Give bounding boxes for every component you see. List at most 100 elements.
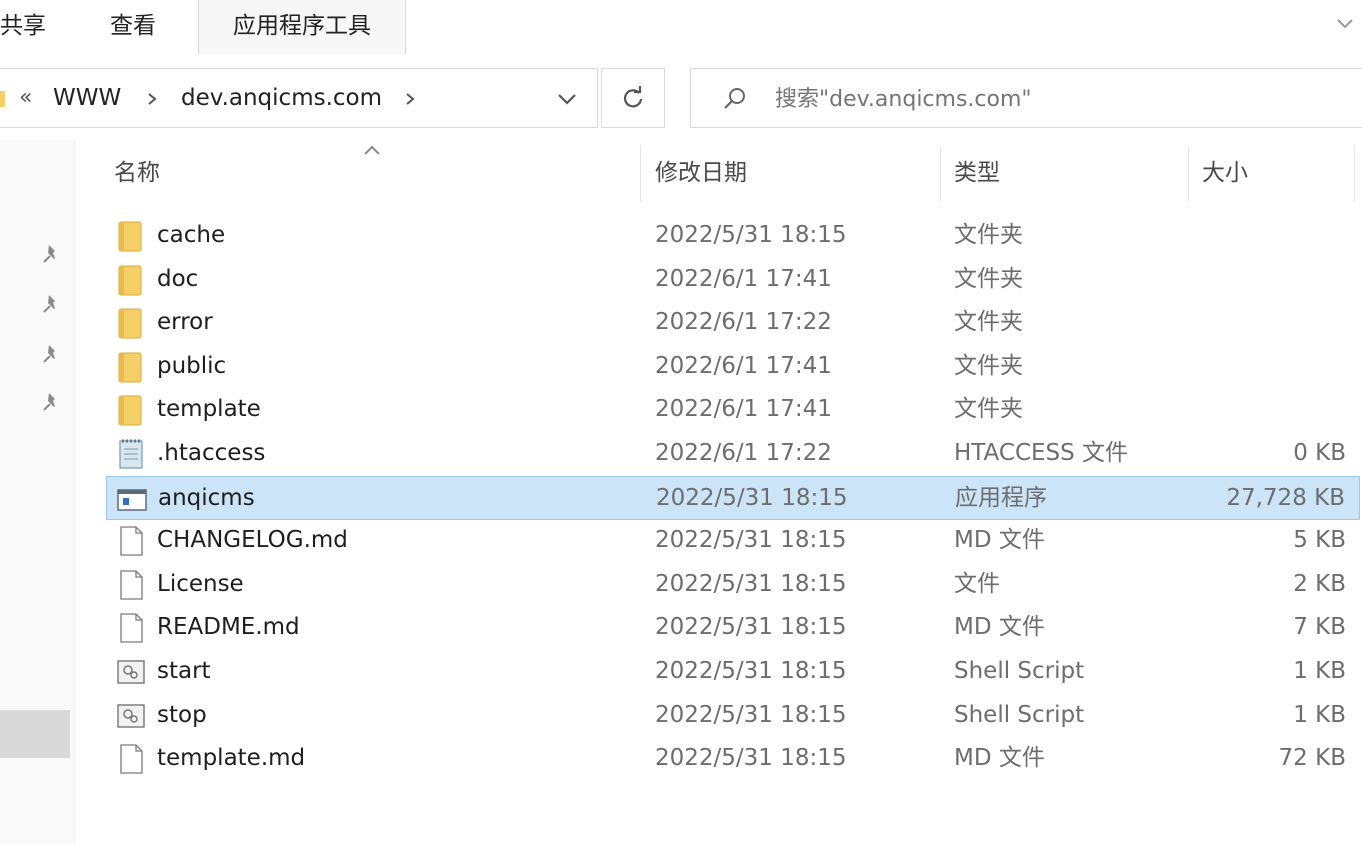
application-icon [117,483,147,515]
file-type: MD 文件 [954,745,1045,772]
file-type: 文件夹 [954,222,1023,248]
file-name: .htaccess [157,440,266,466]
address-row: « WWW dev.anqicms.com [0,54,1362,140]
file-name: README.md [157,614,300,641]
file-row[interactable]: License 2022/5/31 18:15 文件 2 KB [106,563,1360,607]
folder-icon [116,394,146,426]
file-row[interactable]: error 2022/6/1 17:22 文件夹 [106,301,1360,345]
file-date: 2022/5/31 18:15 [655,222,847,248]
search-input[interactable] [773,69,1337,129]
refresh-icon [623,86,643,108]
file-row[interactable]: README.md 2022/5/31 18:15 MD 文件 7 KB [106,606,1360,650]
file-icon [116,612,146,644]
file-name: stop [157,701,207,728]
column-divider[interactable] [1354,146,1355,202]
file-type: 文件夹 [954,309,1023,336]
file-type: Shell Script [954,658,1085,684]
file-date: 2022/5/31 18:15 [655,745,847,772]
column-header-date[interactable]: 修改日期 [655,140,747,202]
column-divider[interactable] [1188,146,1189,202]
file-row[interactable]: CHANGELOG.md 2022/5/31 18:15 MD 文件 5 KB [106,519,1360,563]
column-header-type[interactable]: 类型 [954,140,1000,202]
folder-icon [116,220,146,252]
file-type: 文件夹 [954,265,1023,292]
column-header-name[interactable]: 名称 [114,140,160,202]
file-date: 2022/6/1 17:41 [655,265,832,292]
file-type: 文件夹 [954,396,1023,423]
navigation-pane[interactable] [0,140,75,844]
file-row[interactable]: stop 2022/5/31 18:15 Shell Script 1 KB [106,694,1360,738]
sort-ascending-icon [364,145,380,155]
file-size: 5 KB [1293,527,1346,554]
file-list: 名称 修改日期 类型 大小 cache 2022/5/31 18:15 文件夹 doc… [76,140,1362,844]
file-type: MD 文件 [954,527,1045,554]
address-bar[interactable]: « WWW dev.anqicms.com [0,68,598,128]
column-header-size[interactable]: 大小 [1202,140,1248,202]
search-box[interactable] [690,68,1362,129]
file-date: 2022/5/31 18:15 [655,614,847,641]
tab-share[interactable]: 共享 [0,0,58,54]
file-date: 2022/6/1 17:41 [655,352,832,379]
file-date: 2022/5/31 18:15 [656,484,848,511]
file-row[interactable]: start 2022/5/31 18:15 Shell Script 1 KB [106,650,1360,694]
file-type: 应用程序 [955,484,1047,511]
folder-edge-icon [0,91,5,107]
file-icon [116,569,146,601]
file-type: Shell Script [954,701,1085,728]
pin-icon[interactable] [40,342,64,366]
file-size: 72 KB [1278,745,1346,772]
file-icon [116,743,146,775]
shell-script-icon [116,700,146,732]
file-row[interactable]: doc 2022/6/1 17:41 文件夹 [106,258,1360,302]
file-row[interactable]: cache 2022/5/31 18:15 文件夹 [106,214,1360,258]
file-date: 2022/6/1 17:41 [655,396,832,423]
ribbon-tabs: 共享 查看 应用程序工具 [0,0,1362,55]
file-name: anqicms [158,484,255,511]
notepad-file-icon [116,438,146,470]
file-size: 1 KB [1293,701,1346,728]
file-date: 2022/6/1 17:22 [655,309,832,336]
file-date: 2022/5/31 18:15 [655,701,847,728]
breadcrumb-overflow[interactable]: « [19,69,32,127]
file-type: 文件 [954,570,1000,597]
column-divider[interactable] [640,146,641,202]
column-divider[interactable] [940,146,941,202]
file-row[interactable]: template.md 2022/5/31 18:15 MD 文件 72 KB [106,737,1360,781]
file-name: template.md [157,745,306,772]
pin-icon[interactable] [40,242,64,266]
file-name: template [157,396,261,423]
file-name: start [157,658,211,684]
folder-icon [116,264,146,296]
pin-icon[interactable] [40,292,64,316]
file-row[interactable]: template 2022/6/1 17:41 文件夹 [106,388,1360,432]
file-icon [116,525,146,557]
nav-selected-item[interactable] [0,710,70,758]
file-row[interactable]: anqicms 2022/5/31 18:15 应用程序 27,728 KB [106,475,1360,520]
file-date: 2022/5/31 18:15 [655,658,847,684]
chevron-right-icon[interactable] [403,91,417,107]
file-row[interactable]: public 2022/6/1 17:41 文件夹 [106,345,1360,389]
chevron-down-icon[interactable] [555,89,579,109]
file-size: 7 KB [1293,614,1346,641]
refresh-button[interactable] [601,68,665,128]
shell-script-icon [116,656,146,688]
folder-icon [116,351,146,383]
file-name: error [157,309,213,336]
ribbon-expand-chevron-icon[interactable] [1334,12,1356,34]
file-size: 2 KB [1293,570,1346,597]
file-name: public [157,352,227,379]
file-name: cache [157,222,226,248]
file-size: 1 KB [1293,658,1346,684]
file-row[interactable]: .htaccess 2022/6/1 17:22 HTACCESS 文件 0 KB [106,432,1360,476]
pin-icon[interactable] [40,390,64,414]
chevron-right-icon[interactable] [145,91,159,107]
folder-icon [116,307,146,339]
breadcrumb-www[interactable]: WWW [53,69,121,127]
search-icon [724,88,745,109]
file-name: doc [157,265,199,292]
breadcrumb-dev-anqicms[interactable]: dev.anqicms.com [181,69,382,127]
tab-view[interactable]: 查看 [110,0,166,54]
file-date: 2022/6/1 17:22 [655,440,832,466]
file-type: MD 文件 [954,614,1045,641]
tab-app-tools[interactable]: 应用程序工具 [198,0,406,54]
